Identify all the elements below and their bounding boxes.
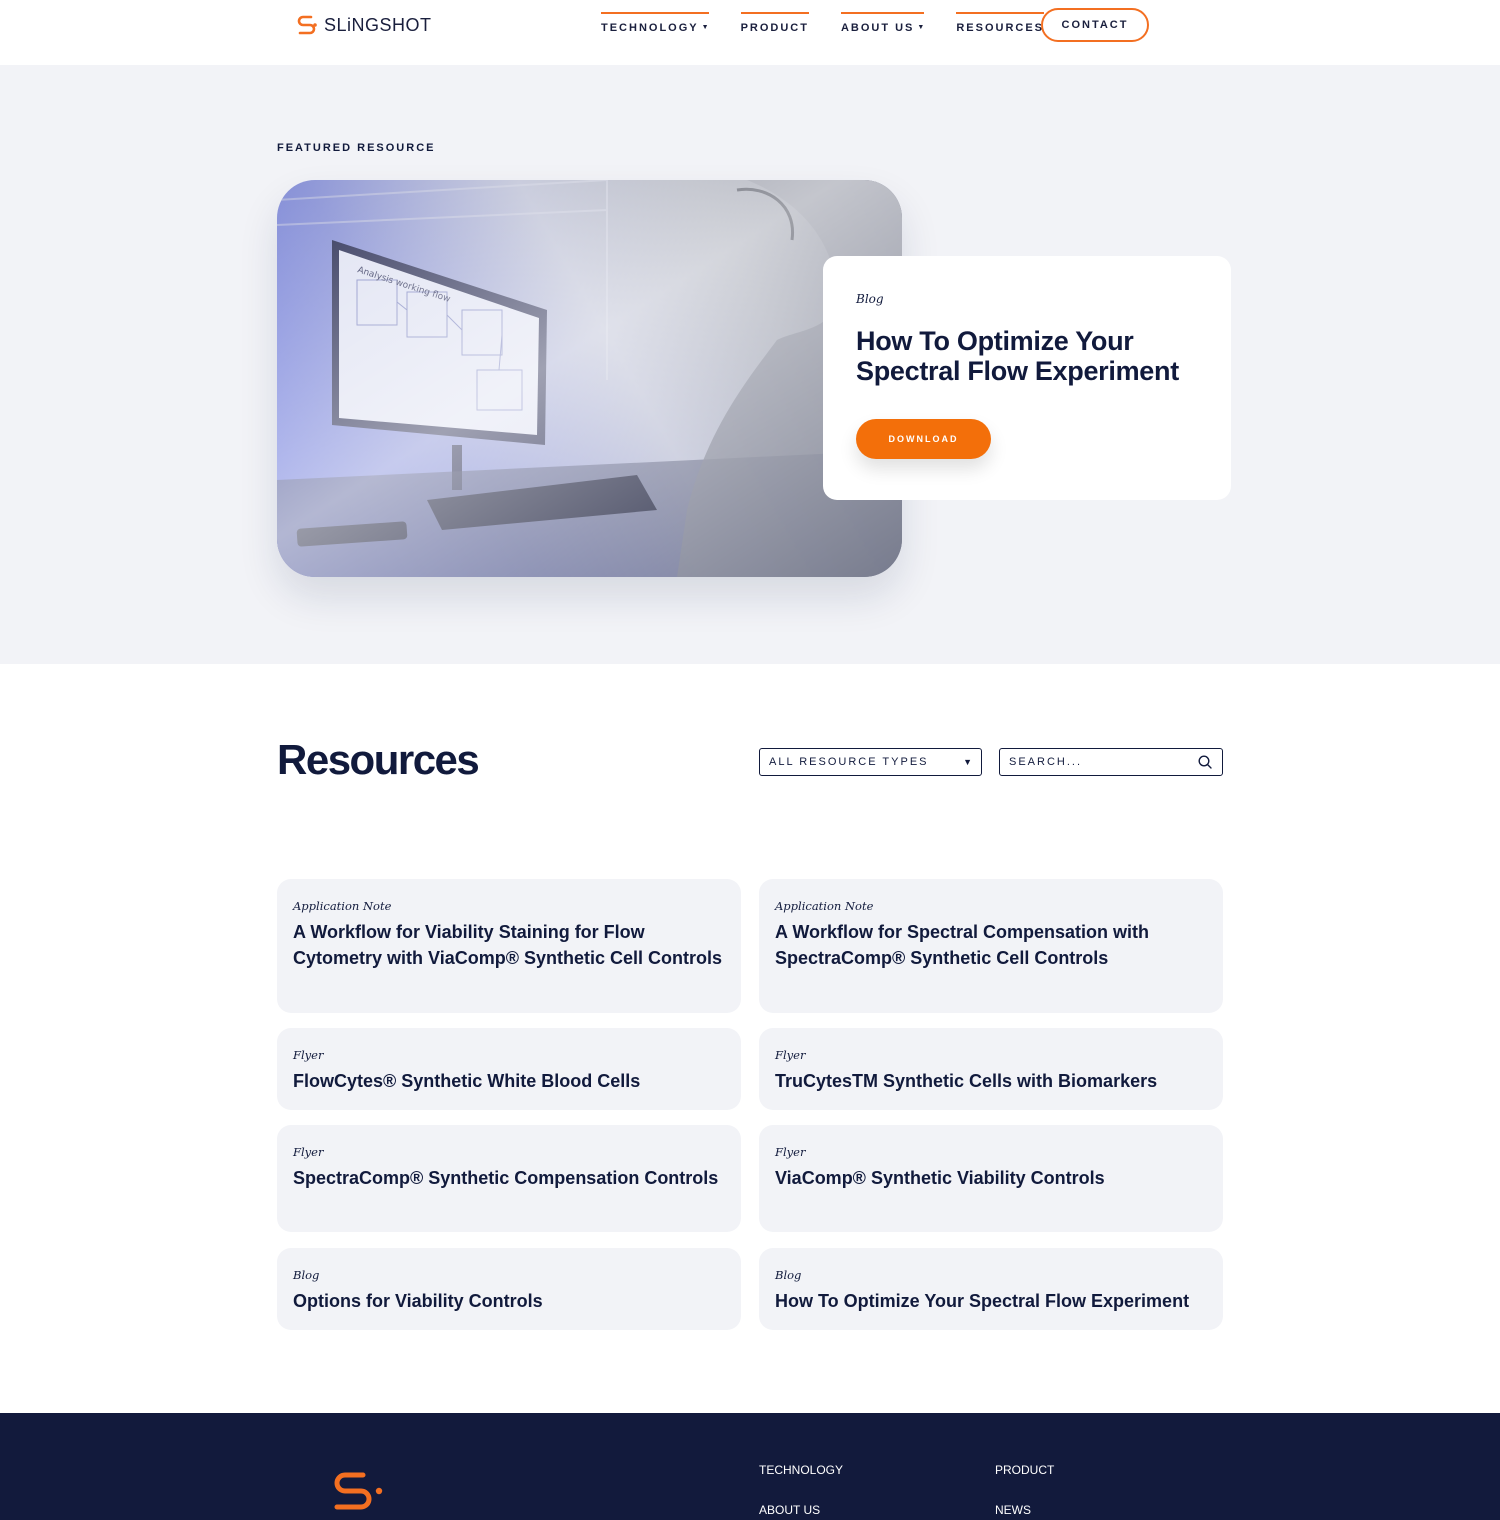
search-icon[interactable] <box>1198 755 1212 769</box>
slingshot-logo-icon <box>297 15 317 35</box>
resource-card-title: ViaComp® Synthetic Viability Controls <box>775 1168 1105 1188</box>
featured-tag: Blog <box>856 292 884 306</box>
lab-computer-illustration: Analysis working flow <box>277 180 902 577</box>
search-input[interactable] <box>1009 756 1189 768</box>
resource-card-title: How To Optimize Your Spectral Flow Exper… <box>775 1291 1190 1311</box>
main-nav: TECHNOLOGY ▼ PRODUCT ABOUT US ▼ RESOURCES <box>601 12 1044 34</box>
site-footer: TECHNOLOGY PRODUCT ABOUT US NEWS <box>0 1413 1500 1520</box>
resource-card-title: FlowCytes® Synthetic White Blood Cells <box>293 1071 641 1091</box>
featured-card: Blog How To Optimize Your Spectral Flow … <box>823 256 1231 500</box>
resource-card-tag: Flyer <box>775 1145 806 1159</box>
footer-link-about-us[interactable]: ABOUT US <box>759 1503 820 1517</box>
nav-item-product[interactable]: PRODUCT <box>740 12 810 34</box>
resource-card[interactable]: Flyer SpectraComp® Synthetic Compensatio… <box>277 1125 741 1232</box>
resource-card-tag: Blog <box>775 1268 802 1282</box>
contact-button[interactable]: CONTACT <box>1041 8 1149 42</box>
resource-card[interactable]: Flyer FlowCytes® Synthetic White Blood C… <box>277 1028 741 1110</box>
resource-card[interactable]: Flyer ViaComp® Synthetic Viability Contr… <box>759 1125 1223 1232</box>
resource-card-tag: Flyer <box>293 1048 324 1062</box>
resource-card-title: TruCytesTM Synthetic Cells with Biomarke… <box>775 1071 1158 1091</box>
resource-card-tag: Blog <box>293 1268 320 1282</box>
resource-card-title: A Workflow for Spectral Compensation wit… <box>775 922 1150 968</box>
resource-card-title: A Workflow for Viability Staining for Fl… <box>293 922 722 968</box>
nav-item-technology[interactable]: TECHNOLOGY ▼ <box>601 12 709 34</box>
chevron-down-icon: ▼ <box>917 24 925 31</box>
resource-card-tag: Application Note <box>293 899 392 913</box>
resource-card[interactable]: Application Note A Workflow for Spectral… <box>759 879 1223 1013</box>
nav-item-about-us[interactable]: ABOUT US ▼ <box>840 12 925 34</box>
resource-type-select[interactable]: ALL RESOURCE TYPES ▼ <box>759 748 982 776</box>
footer-link-news[interactable]: NEWS <box>995 1503 1031 1517</box>
resource-type-select-value: ALL RESOURCE TYPES <box>769 756 929 768</box>
featured-image: Analysis working flow <box>277 180 902 577</box>
resource-card-title: SpectraComp® Synthetic Compensation Cont… <box>293 1168 719 1188</box>
slingshot-footer-logo-icon[interactable] <box>333 1469 385 1515</box>
dropdown-arrow-icon: ▼ <box>963 757 972 767</box>
resource-card-title: Options for Viability Controls <box>293 1291 543 1311</box>
site-header: SLiNGSHOT TECHNOLOGY ▼ PRODUCT ABOUT US ▼ … <box>0 0 1500 65</box>
resource-card-tag: Application Note <box>775 899 874 913</box>
resource-card-tag: Flyer <box>775 1048 806 1062</box>
download-button[interactable]: DOWNLOAD <box>856 419 991 459</box>
featured-title[interactable]: How To Optimize Your Spectral Flow Exper… <box>856 326 1206 386</box>
chevron-down-icon: ▼ <box>701 24 709 31</box>
resource-card[interactable]: Blog Options for Viability Controls <box>277 1248 741 1330</box>
logo-wordmark: SLiNGSHOT <box>324 14 432 35</box>
footer-link-technology[interactable]: TECHNOLOGY <box>759 1463 843 1477</box>
resources-title: Resources <box>277 736 480 783</box>
slingshot-logo[interactable]: SLiNGSHOT <box>296 14 432 36</box>
nav-item-resources[interactable]: RESOURCES <box>956 12 1044 34</box>
resource-card[interactable]: Flyer TruCytesTM Synthetic Cells with Bi… <box>759 1028 1223 1110</box>
footer-link-product[interactable]: PRODUCT <box>995 1463 1054 1477</box>
featured-section-label: FEATURED RESOURCE <box>277 142 436 154</box>
resource-card[interactable]: Blog How To Optimize Your Spectral Flow … <box>759 1248 1223 1330</box>
search-box <box>999 748 1223 776</box>
featured-section: FEATURED RESOURCE Analysis <box>0 65 1500 664</box>
resource-card[interactable]: Application Note A Workflow for Viabilit… <box>277 879 741 1013</box>
resource-card-tag: Flyer <box>293 1145 324 1159</box>
